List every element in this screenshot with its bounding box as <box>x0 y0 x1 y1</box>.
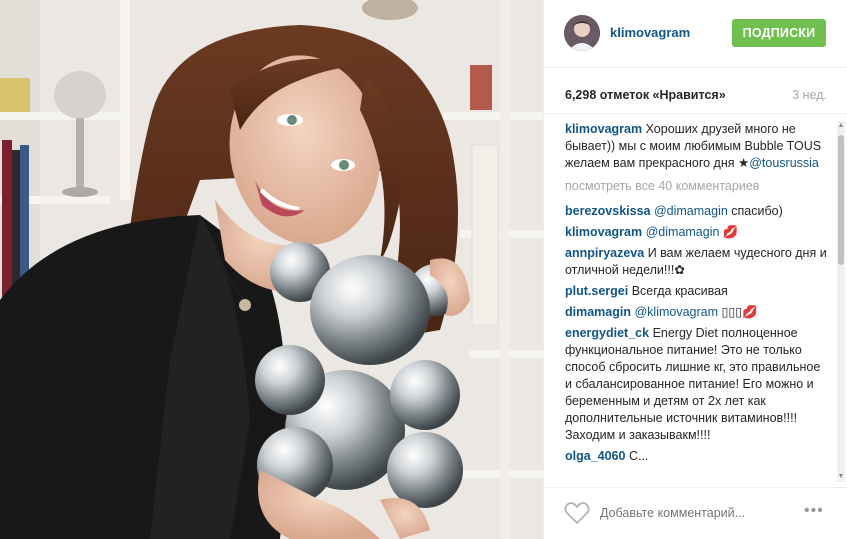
comment-text: Всегда красивая <box>631 284 728 298</box>
comment-item: plut.sergei Всегда красивая <box>565 283 830 300</box>
caption: klimovagram Хороших друзей много не быва… <box>565 121 830 172</box>
likes-count[interactable]: 6,298 отметок «Нравится» <box>565 88 726 102</box>
comment-text: С... <box>628 449 649 463</box>
scroll-down-arrow-icon[interactable]: ▼ <box>837 472 845 482</box>
comment-author[interactable]: olga_4060 <box>565 449 625 463</box>
caption-mention[interactable]: @tousrussia <box>749 156 819 170</box>
username-link[interactable]: klimovagram <box>610 25 690 40</box>
comment-item: klimovagram @dimamagin 💋 <box>565 224 830 241</box>
add-comment-input[interactable] <box>600 506 770 520</box>
comment-author[interactable]: annpiryazeva <box>565 246 644 260</box>
comment-text: спасибо) <box>727 204 783 218</box>
comment-text: ▯▯▯💋 <box>718 305 758 319</box>
comment-item: berezovskissa @dimamagin спасибо) <box>565 203 830 220</box>
comment-item: energydiet_ck Energy Diet полноценное фу… <box>565 325 830 444</box>
heart-icon[interactable] <box>564 501 590 525</box>
comment-item: olga_4060 С... <box>565 448 830 465</box>
caption-author[interactable]: klimovagram <box>565 122 642 136</box>
comment-mention[interactable]: @dimamagin <box>654 204 728 218</box>
comment-author[interactable]: dimamagin <box>565 305 631 319</box>
comment-mention[interactable]: @dimamagin <box>646 225 720 239</box>
scroll-up-arrow-icon[interactable]: ▲ <box>837 121 845 131</box>
post-time[interactable]: 3 нед. <box>792 88 827 102</box>
post-stats: 6,298 отметок «Нравится» 3 нед. <box>544 68 847 114</box>
more-options-icon[interactable]: ••• <box>804 502 824 520</box>
post-header: klimovagram ПОДПИСКИ <box>544 0 847 68</box>
post-footer: ••• <box>544 487 847 539</box>
comment-text: Energy Diet полноценное функциональное п… <box>565 326 821 442</box>
comment-author[interactable]: energydiet_ck <box>565 326 649 340</box>
comment-item: annpiryazeva И вам желаем чудесного дня … <box>565 245 830 279</box>
comment-mention[interactable]: @klimovagram <box>634 305 718 319</box>
comment-author[interactable]: berezovskissa <box>565 204 650 218</box>
comment-author[interactable]: klimovagram <box>565 225 642 239</box>
comment-author[interactable]: plut.sergei <box>565 284 628 298</box>
comment-item: dimamagin @klimovagram ▯▯▯💋 <box>565 304 830 321</box>
post-sidebar: klimovagram ПОДПИСКИ 6,298 отметок «Нрав… <box>543 0 847 539</box>
star-icon: ★ <box>738 156 750 170</box>
avatar-image <box>564 15 600 51</box>
comment-text: 💋 <box>719 225 739 239</box>
follow-button[interactable]: ПОДПИСКИ <box>732 19 826 47</box>
scrollbar-thumb[interactable] <box>838 135 844 265</box>
comments-list: klimovagram Хороших друзей много не быва… <box>565 121 830 482</box>
avatar[interactable] <box>564 15 600 51</box>
post-photo[interactable] <box>0 0 543 539</box>
photo-illustration <box>0 0 543 539</box>
comments-scrollbar[interactable]: ▲ ▼ <box>837 121 845 482</box>
view-all-comments-link[interactable]: посмотреть все 40 комментариев <box>565 178 830 195</box>
